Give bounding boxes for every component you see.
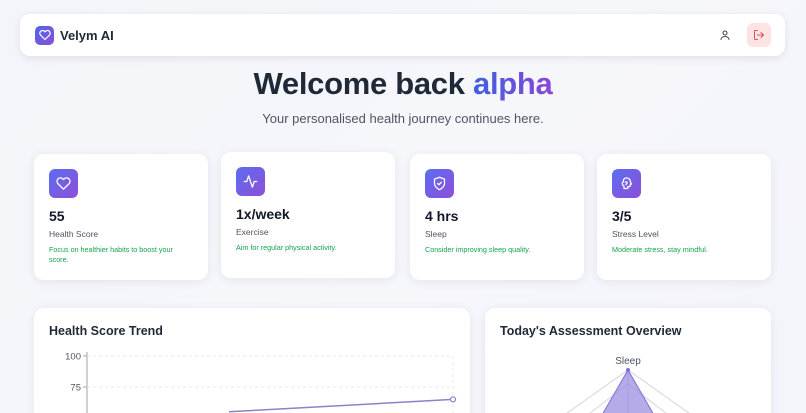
top-navbar: Velym AI bbox=[20, 14, 785, 56]
user-icon bbox=[720, 30, 730, 40]
stat-note: Moderate stress, stay mindful. bbox=[612, 245, 708, 254]
data-point bbox=[449, 396, 457, 403]
stat-label: Health Score bbox=[49, 229, 99, 239]
y-tick-label: 100 bbox=[65, 352, 81, 363]
radar-area bbox=[602, 368, 654, 413]
stat-note: Focus on healthier habits to boost your … bbox=[49, 245, 173, 264]
stat-card-stress[interactable]: 3/5 Stress Level Moderate stress, stay m… bbox=[597, 154, 771, 280]
radar-axis-label: Sleep bbox=[615, 356, 641, 367]
series-line bbox=[228, 398, 454, 413]
brand-name: Velym AI bbox=[60, 27, 114, 43]
stat-note: Aim for regular physical activity. bbox=[236, 243, 337, 252]
profile-button[interactable] bbox=[713, 23, 737, 47]
logout-button[interactable] bbox=[747, 23, 771, 47]
welcome-heading: Welcome back alpha bbox=[0, 66, 806, 102]
activity-icon bbox=[236, 167, 265, 196]
brand[interactable]: Velym AI bbox=[35, 25, 114, 45]
health-score-trend-panel: Health Score Trend 100 75 bbox=[34, 308, 470, 413]
stat-card-exercise[interactable]: 1x/week Exercise Aim for regular physica… bbox=[221, 152, 395, 278]
stat-label: Stress Level bbox=[612, 229, 659, 239]
panel-title: Health Score Trend bbox=[49, 324, 163, 338]
heart-icon bbox=[35, 25, 54, 45]
stat-card-sleep[interactable]: 4 hrs Sleep Consider improving sleep qua… bbox=[410, 154, 584, 280]
assessment-overview-panel: Today's Assessment Overview Sleep bbox=[485, 308, 771, 413]
stat-value: 3/5 bbox=[612, 208, 632, 224]
radar-chart: Sleep bbox=[566, 356, 690, 413]
stat-label: Sleep bbox=[425, 229, 447, 239]
shield-icon bbox=[425, 169, 454, 198]
trend-chart: 100 75 bbox=[65, 352, 457, 413]
stat-note: Consider improving sleep quality. bbox=[425, 245, 531, 254]
stat-value: 55 bbox=[49, 208, 65, 224]
y-tick-label: 75 bbox=[70, 383, 81, 394]
hero: Welcome back alpha Your personalised hea… bbox=[0, 66, 806, 126]
brain-icon bbox=[612, 169, 641, 198]
username: alpha bbox=[473, 66, 553, 101]
stat-value: 1x/week bbox=[236, 206, 290, 222]
logout-icon bbox=[754, 30, 764, 40]
stat-value: 4 hrs bbox=[425, 208, 459, 224]
stat-label: Exercise bbox=[236, 227, 269, 237]
stat-card-health-score[interactable]: 55 Health Score Focus on healthier habit… bbox=[34, 154, 208, 280]
heart-icon bbox=[49, 169, 78, 198]
greeting-text: Welcome back bbox=[253, 66, 465, 101]
hero-subtitle: Your personalised health journey continu… bbox=[262, 111, 544, 126]
radar-point bbox=[626, 368, 630, 372]
panel-title: Today's Assessment Overview bbox=[500, 324, 682, 338]
